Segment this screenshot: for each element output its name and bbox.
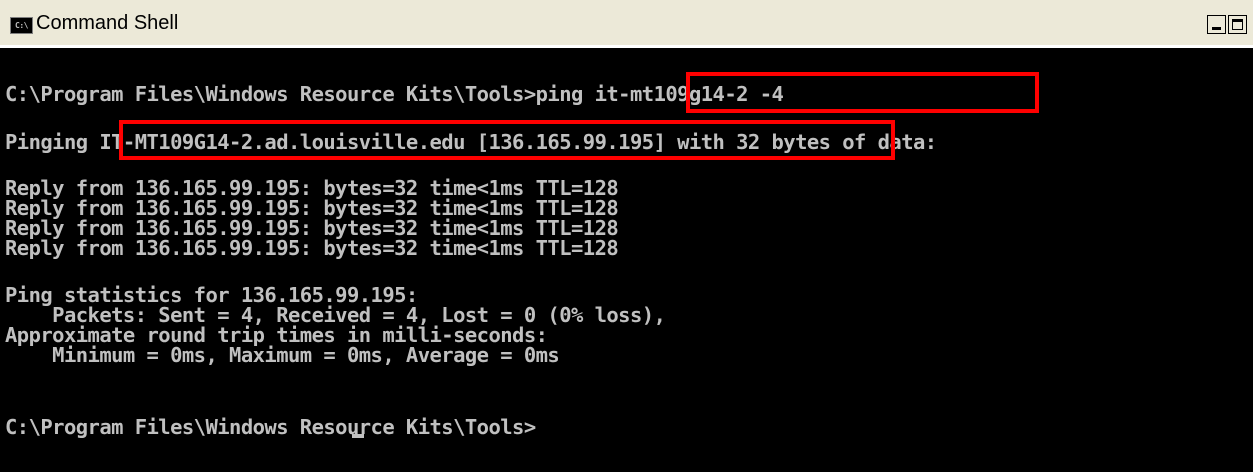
command-shell-window: C:\ Command Shell C:\Program Files\Windo…: [0, 0, 1253, 472]
current-prompt-line[interactable]: C:\Program Files\Windows Resource Kits\T…: [5, 416, 536, 438]
minimize-button[interactable]: [1207, 15, 1226, 34]
command-prompt-line: C:\Program Files\Windows Resource Kits\T…: [5, 82, 784, 106]
console-icon: C:\: [10, 17, 33, 34]
host-address-highlight-box: [119, 120, 895, 160]
maximize-button[interactable]: [1228, 15, 1247, 34]
window-title: Command Shell: [36, 12, 179, 34]
command-highlight-box: [686, 72, 1039, 113]
title-bar[interactable]: C:\ Command Shell: [0, 0, 1253, 48]
round-trip-times-line: Minimum = 0ms, Maximum = 0ms, Average = …: [5, 343, 560, 367]
minimize-icon: [1212, 27, 1221, 30]
console-output[interactable]: [0, 51, 1253, 472]
reply-line: Reply from 136.165.99.195: bytes=32 time…: [5, 236, 619, 260]
text-cursor: [352, 434, 364, 438]
maximize-icon: [1232, 19, 1243, 30]
